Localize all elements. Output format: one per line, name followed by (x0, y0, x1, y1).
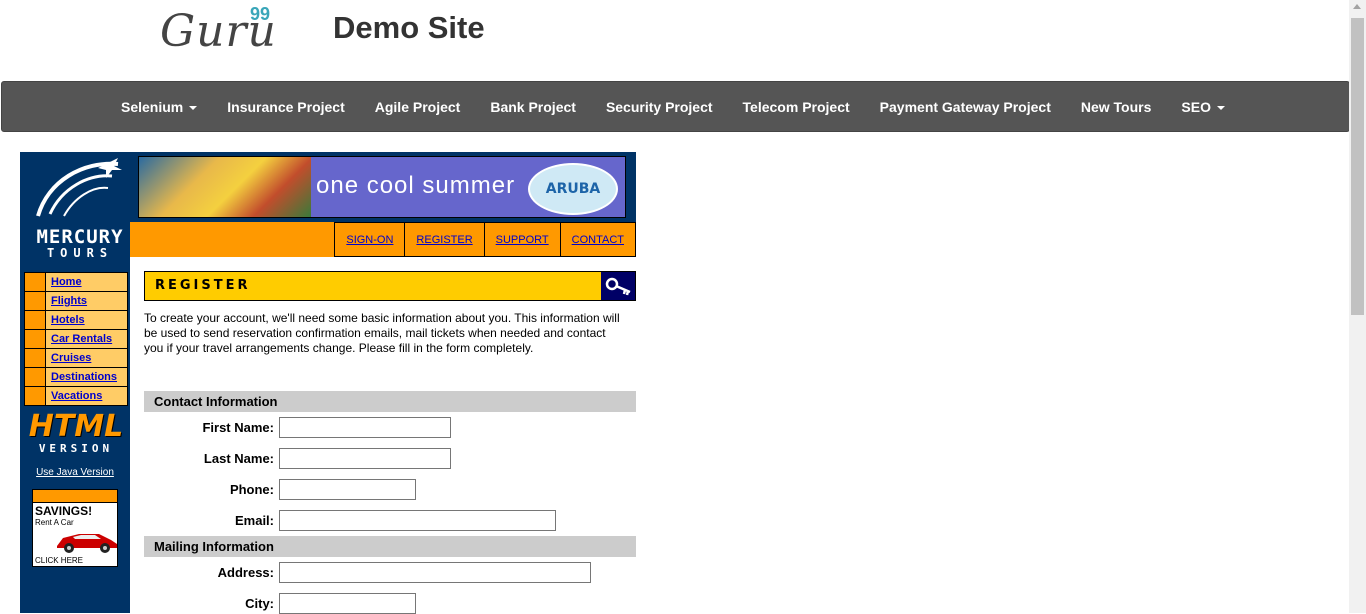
nav-item-bank-project[interactable]: Bank Project (490, 99, 576, 115)
html-version-title: HTML (28, 409, 124, 444)
tours-subtitle: TOURS (46, 246, 114, 260)
nav-item-selenium[interactable]: Selenium (121, 99, 198, 115)
sidebar-link[interactable]: Flights (46, 292, 127, 310)
aruba-badge: ARUBA (528, 163, 618, 215)
sidebar-item-car-rentals[interactable]: Car Rentals (25, 330, 127, 348)
banner-photo (139, 157, 311, 217)
sidebar-item-home[interactable]: Home (25, 273, 127, 291)
sidebar-link[interactable]: Vacations (46, 387, 127, 405)
mercury-title: MERCURY (36, 226, 124, 248)
sign-on-link[interactable]: SIGN-ON (334, 222, 405, 257)
nav-item-new-tours[interactable]: New Tours (1081, 99, 1152, 115)
page-scrollbar[interactable] (1349, 0, 1366, 613)
phone-input[interactable] (279, 479, 416, 500)
rent-a-car-ad[interactable]: SAVINGS! Rent A Car CLICK HERE (32, 489, 118, 567)
sidebar-item-cruises[interactable]: Cruises (25, 349, 127, 367)
scroll-up-arrow-icon[interactable] (1353, 4, 1361, 9)
banner-frame: one cool summer ARUBA (130, 152, 636, 222)
top-links-bar: SIGN-ON REGISTER SUPPORT CONTACT (130, 222, 636, 257)
nav-item-agile-project[interactable]: Agile Project (375, 99, 461, 115)
phone-label: Phone: (229, 482, 274, 497)
contact-link[interactable]: CONTACT (559, 222, 636, 257)
city-label: City: (245, 596, 274, 611)
register-link[interactable]: REGISTER (404, 222, 484, 257)
sidebar-item-vacations[interactable]: Vacations (25, 387, 127, 405)
mercury-tours-logo[interactable]: MERCURY TOURS (28, 156, 128, 264)
banner-text: one cool summer (316, 172, 516, 199)
mercury-sidebar: MERCURY TOURS Home Flights Hotels Car Re… (20, 152, 130, 613)
support-link[interactable]: SUPPORT (483, 222, 560, 257)
main-navbar: Selenium Insurance Project Agile Project… (1, 81, 1350, 132)
sidebar-link[interactable]: Home (46, 273, 127, 291)
register-heading: REGISTER (155, 278, 251, 293)
navbar-items: Selenium Insurance Project Agile Project… (121, 82, 1255, 131)
nav-item-security-project[interactable]: Security Project (606, 99, 713, 115)
sidebar-item-flights[interactable]: Flights (25, 292, 127, 310)
guru99-logo-superscript[interactable]: 99 (250, 4, 270, 25)
ad-title: SAVINGS! (35, 504, 93, 518)
mailing-information-header: Mailing Information (144, 536, 636, 557)
contact-information-header: Contact Information (144, 391, 636, 412)
aruba-banner-ad[interactable]: one cool summer ARUBA (138, 156, 626, 218)
airplane-logo-icon (36, 158, 122, 217)
sidebar-link[interactable]: Cruises (46, 349, 127, 367)
register-heading-bar: REGISTER (144, 271, 636, 301)
last-name-input[interactable] (279, 448, 451, 469)
nav-item-telecom-project[interactable]: Telecom Project (743, 99, 850, 115)
first-name-label: First Name: (202, 420, 274, 435)
scroll-thumb[interactable] (1351, 18, 1364, 315)
city-input[interactable] (279, 593, 416, 614)
address-input[interactable] (279, 562, 591, 583)
address-label: Address: (217, 565, 274, 580)
sidebar-item-hotels[interactable]: Hotels (25, 311, 127, 329)
top-links: SIGN-ON REGISTER SUPPORT CONTACT (334, 222, 636, 257)
key-icon (601, 272, 635, 300)
caret-down-icon (1216, 105, 1225, 110)
caret-down-icon (189, 105, 198, 110)
nav-item-payment-gateway-project[interactable]: Payment Gateway Project (880, 99, 1051, 115)
sidebar-link[interactable]: Destinations (46, 368, 127, 386)
sidebar-link[interactable]: Hotels (46, 311, 127, 329)
email-label: Email: (234, 513, 274, 528)
red-car-icon (57, 534, 117, 553)
site-header: Guru 99 Demo Site (0, 0, 1349, 80)
register-intro-text: To create your account, we'll need some … (144, 311, 620, 355)
sidebar-item-destinations[interactable]: Destinations (25, 368, 127, 386)
sidebar-link[interactable]: Car Rentals (46, 330, 127, 348)
site-title: Demo Site (333, 10, 485, 45)
html-version-logo: HTML VERSION (28, 412, 124, 456)
ad-cta: CLICK HERE (35, 556, 84, 565)
first-name-input[interactable] (279, 417, 451, 438)
html-version-subtitle: VERSION (38, 442, 114, 455)
last-name-label: Last Name: (203, 451, 274, 466)
nav-item-insurance-project[interactable]: Insurance Project (227, 99, 345, 115)
nav-item-seo[interactable]: SEO (1181, 99, 1225, 115)
email-input[interactable] (279, 510, 556, 531)
sidebar-menu: Home Flights Hotels Car Rentals Cruises … (24, 272, 128, 406)
use-java-version-link[interactable]: Use Java Version (20, 467, 130, 478)
